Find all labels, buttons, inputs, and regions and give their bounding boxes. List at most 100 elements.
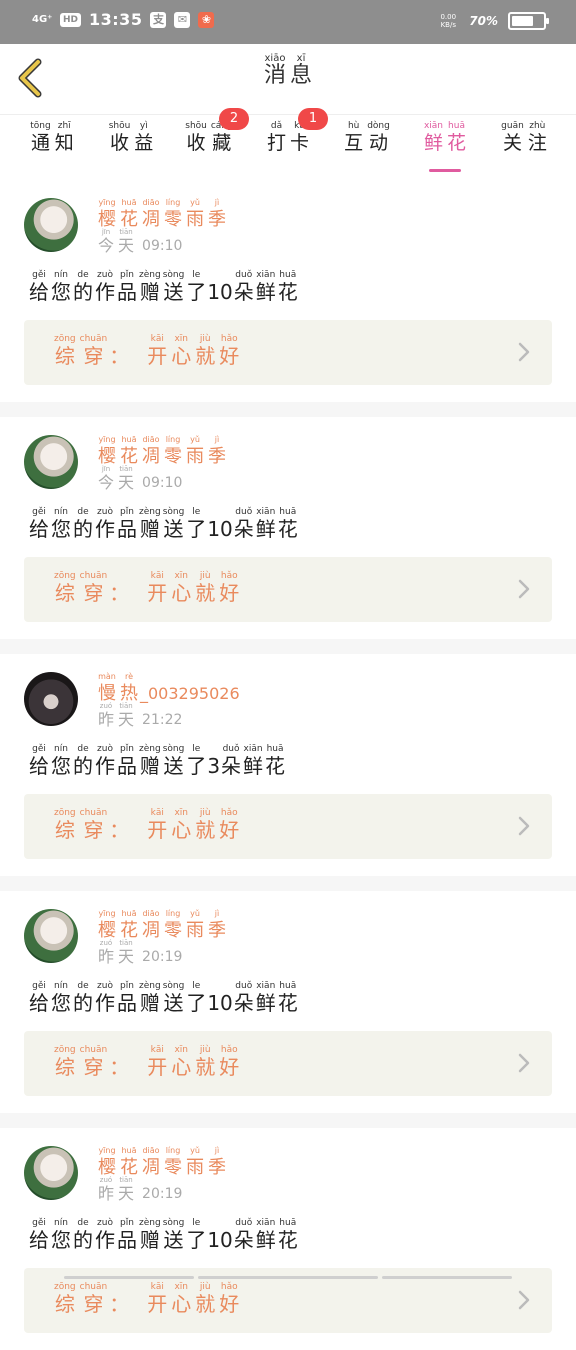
tab-flowers[interactable]: xiān 鲜 huā 花 <box>411 121 479 172</box>
pinyin: nín <box>54 507 68 517</box>
pinyin: jiù <box>199 1045 211 1055</box>
avatar[interactable] <box>24 198 78 252</box>
tab-label-char: guān 关 <box>501 121 524 155</box>
pinyin: xīn <box>174 334 188 344</box>
pinyin: zèng <box>139 744 161 754</box>
work-label-colon: ： <box>109 1055 130 1079</box>
hanzi: 今 <box>98 473 115 492</box>
pinyin: kāi <box>150 1045 164 1055</box>
work-link[interactable]: zōng 综 chuān 穿： kāi 开 xīn 心 jiù 就 hǎo 好 <box>24 1031 552 1096</box>
notification-card[interactable]: yīng 樱 huā 花 diāo 凋 líng 零 yǔ 雨 jì 季 zuó 昨 tiān 天 20:19 g… <box>0 891 576 1113</box>
pinyin: huā <box>279 1218 297 1228</box>
hanzi: 给 <box>29 517 49 541</box>
work-label-colon: ： <box>109 1292 130 1316</box>
pinyin: jì <box>214 435 220 444</box>
pinyin: shōu <box>108 121 131 131</box>
user-name[interactable]: yīng 樱 huā 花 diāo 凋 líng 零 yǔ 雨 jì 季 <box>96 1146 228 1180</box>
pinyin: de <box>77 507 89 517</box>
hanzi: 综 <box>54 344 75 368</box>
timestamp: jīn 今 tiān 天 09:10 <box>96 465 182 493</box>
hanzi: 作 <box>95 280 115 304</box>
work-label-char: chuān 穿 <box>80 334 108 368</box>
user-name[interactable]: yīng 樱 huā 花 diāo 凋 líng 零 yǔ 雨 jì 季 <box>96 435 228 469</box>
name-char: yǔ 雨 <box>186 198 204 232</box>
pinyin: nín <box>54 1218 68 1228</box>
work-name-char: kāi 开 <box>147 334 167 368</box>
pinyin: jì <box>214 909 220 918</box>
message-char: pǐn 品 <box>117 744 137 778</box>
flower-count: 10 <box>207 280 233 304</box>
message-char: le 了 <box>186 981 206 1015</box>
tab-follow[interactable]: guān 关 zhù 注 <box>490 121 558 155</box>
hanzi: 通 <box>30 132 50 154</box>
hanzi: 了 <box>186 517 207 541</box>
avatar[interactable] <box>24 672 78 726</box>
name-char: jì 季 <box>208 909 226 943</box>
work-link[interactable]: zōng 综 chuān 穿： kāi 开 xīn 心 jiù 就 hǎo 好 <box>24 794 552 859</box>
flower-count: 10 <box>207 517 233 541</box>
work-link[interactable]: zōng 综 chuān 穿： kāi 开 xīn 心 jiù 就 hǎo 好 <box>24 557 552 622</box>
hanzi: 关 <box>502 132 522 154</box>
hanzi: 朵 <box>233 280 254 304</box>
pinyin: jīn <box>101 465 111 473</box>
pinyin: chuān <box>79 1282 108 1292</box>
user-name[interactable]: màn 慢 rè 热 _003295026 <box>96 672 240 706</box>
pinyin: chuān <box>79 334 108 344</box>
avatar[interactable] <box>24 1146 78 1200</box>
message-char: zuò 作 <box>95 270 115 304</box>
tab-interact[interactable]: hù 互 dòng 动 <box>333 121 401 155</box>
tab-income[interactable]: shōu 收 yì 益 <box>97 121 165 155</box>
message-char: huā 花 <box>278 1218 298 1252</box>
hanzi: 的 <box>73 1228 93 1252</box>
notification-card[interactable]: yīng 樱 huā 花 diāo 凋 líng 零 yǔ 雨 jì 季 zuó 昨 tiān 天 20:19 g… <box>0 1128 576 1350</box>
pinyin: tōng <box>30 121 51 131</box>
pinyin: yǔ <box>190 909 200 918</box>
work-name-char: jiù 就 <box>195 571 215 605</box>
hanzi: 鲜 <box>243 754 264 778</box>
battery-icon <box>508 12 549 30</box>
hanzi: 开 <box>147 1292 168 1316</box>
notification-card[interactable]: yīng 樱 huā 花 diāo 凋 líng 零 yǔ 雨 jì 季 jīn 今 tiān 天 09:10 g… <box>0 417 576 639</box>
pinyin: hǎo <box>220 334 238 344</box>
tab-notify[interactable]: tōng 通 zhī 知 <box>18 121 86 155</box>
pinyin: jì <box>214 1146 220 1155</box>
user-name[interactable]: yīng 樱 huā 花 diāo 凋 líng 零 yǔ 雨 jì 季 <box>96 198 228 232</box>
work-link[interactable]: zōng 综 chuān 穿： kāi 开 xīn 心 jiù 就 hǎo 好 <box>24 320 552 385</box>
pinyin: hǎo <box>220 1282 238 1292</box>
name-char: yīng 樱 <box>98 198 116 232</box>
user-name-suffix: _003295026 <box>140 684 240 703</box>
pinyin: sòng <box>162 744 185 754</box>
notification-card[interactable]: yīng 樱 huā 花 diāo 凋 líng 零 yǔ 雨 jì 季 jīn 今 tiān 天 09:10 g… <box>0 180 576 402</box>
hanzi: 好 <box>219 818 240 842</box>
message-char: zèng 赠 <box>139 744 161 778</box>
message-char: huā 花 <box>278 270 298 304</box>
user-name[interactable]: yīng 樱 huā 花 diāo 凋 líng 零 yǔ 雨 jì 季 <box>96 909 228 943</box>
pinyin: huā <box>448 121 465 131</box>
work-label-colon: ： <box>109 818 130 842</box>
card-divider <box>0 402 576 417</box>
message-char: de 的 <box>73 744 93 778</box>
message-char: gěi 给 <box>29 270 49 304</box>
pinyin: huā <box>279 270 297 280</box>
hanzi: 鲜 <box>255 991 276 1015</box>
hanzi: 作 <box>95 517 115 541</box>
pinyin: xiān <box>256 1218 276 1228</box>
avatar[interactable] <box>24 909 78 963</box>
hanzi: 花 <box>277 280 298 304</box>
avatar[interactable] <box>24 435 78 489</box>
pinyin: sòng <box>162 981 185 991</box>
hanzi: 花 <box>447 132 467 154</box>
active-tab-underline <box>429 169 461 172</box>
message-char: zuò 作 <box>95 981 115 1015</box>
notification-card[interactable]: màn 慢 rè 热 _003295026 zuó 昨 tiān 天 21:22 gěi 给 nín 您 d… <box>0 654 576 876</box>
hanzi: 天 <box>118 1184 135 1203</box>
pinyin: yì <box>139 121 148 131</box>
time: 20:19 <box>142 1186 183 1202</box>
pinyin: tiān <box>119 702 133 710</box>
pinyin: nín <box>54 981 68 991</box>
pinyin: líng <box>165 909 181 918</box>
message-char: zèng 赠 <box>139 1218 161 1252</box>
hanzi: 季 <box>208 446 226 467</box>
tab-label-char: shōu 收 <box>185 121 207 155</box>
message-char: xiān 鲜 <box>256 1218 276 1252</box>
